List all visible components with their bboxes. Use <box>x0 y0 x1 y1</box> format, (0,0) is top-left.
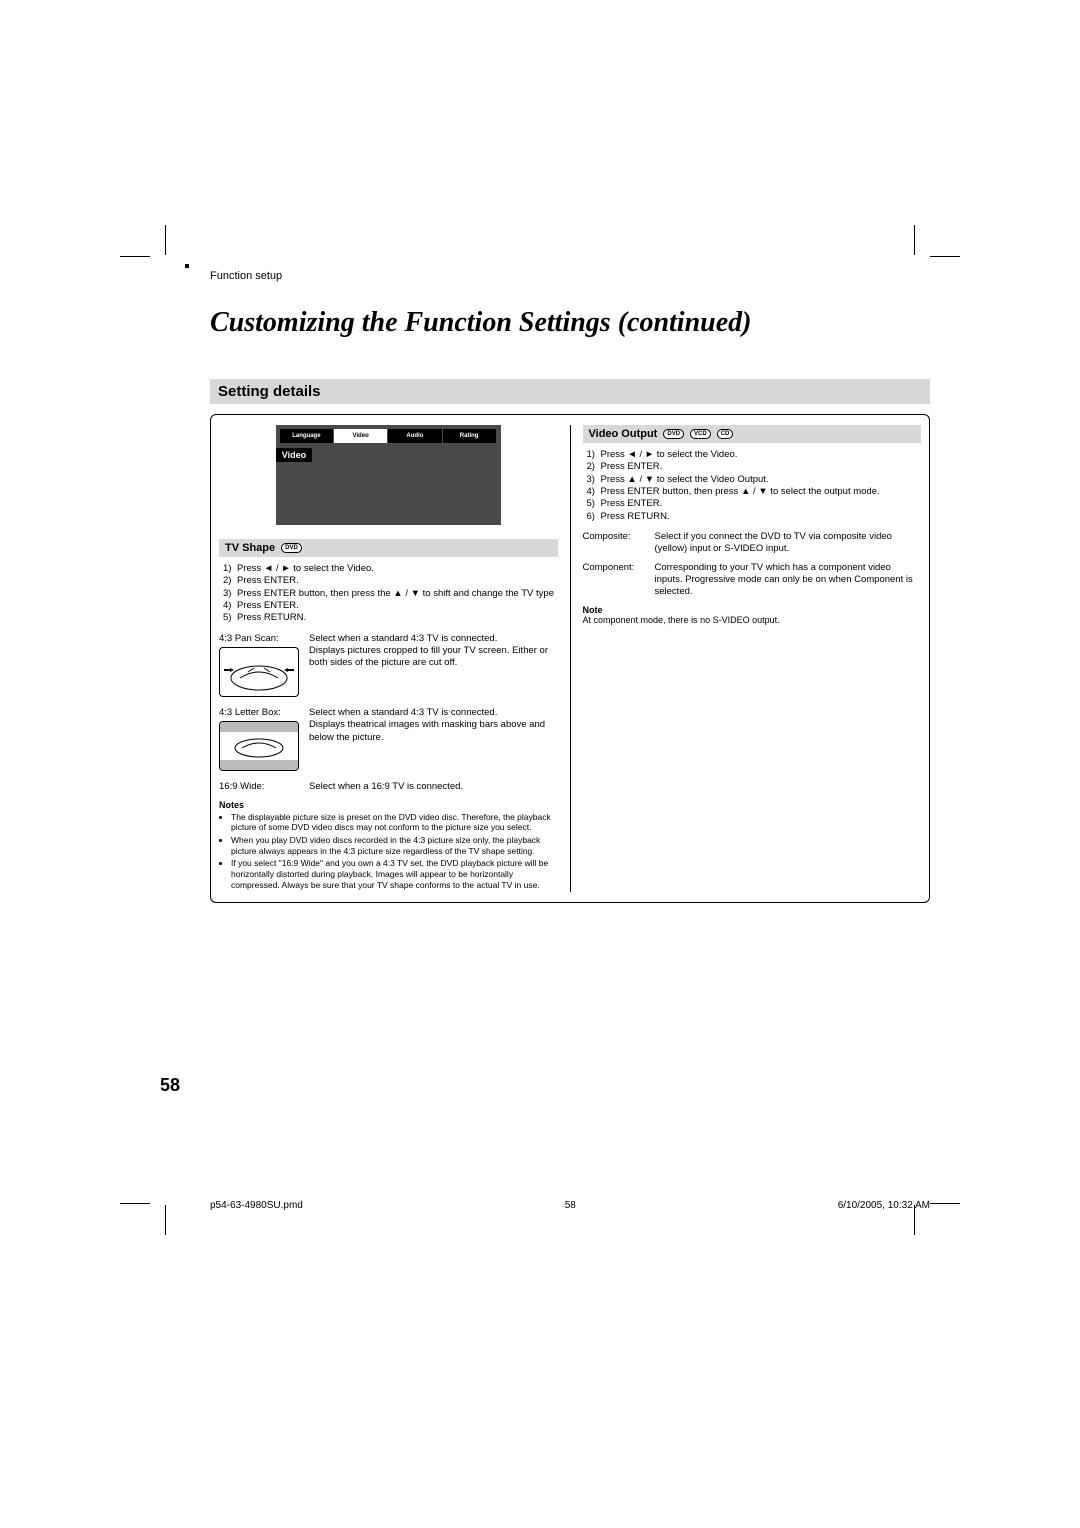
content-area: Function setup Customizing the Function … <box>210 270 930 903</box>
notes-list: The displayable picture size is preset o… <box>219 812 558 890</box>
note-item: When you play DVD video discs recorded i… <box>231 835 558 856</box>
settings-screen-preview: Language Video Audio Rating Video <box>276 425 501 525</box>
step: Press ▲ / ▼ to select the Video Output. <box>601 474 769 486</box>
vcd-badge: VCD <box>690 429 711 439</box>
step: Press RETURN. <box>237 612 306 624</box>
crop-mark-bottom-left <box>130 1160 190 1220</box>
footer-page: 58 <box>565 1200 576 1211</box>
option-label: 4:3 Pan Scan: <box>219 633 309 645</box>
step: Press ENTER. <box>601 461 663 473</box>
tv-shape-heading: TV Shape <box>225 542 275 554</box>
crop-mark-bottom-right <box>890 1160 950 1220</box>
letter-box-icon <box>219 721 299 771</box>
option-label: Composite: <box>583 531 655 556</box>
step: Press ENTER button, then press the ▲ / ▼… <box>237 588 554 600</box>
left-column: Language Video Audio Rating Video TV Sha… <box>219 425 568 892</box>
option-component: Component: Corresponding to your TV whic… <box>583 562 922 599</box>
step: Press ENTER. <box>237 575 299 587</box>
details-panel: Language Video Audio Rating Video TV Sha… <box>210 414 930 903</box>
video-side-label: Video <box>276 448 312 462</box>
option-composite: Composite: Select if you connect the DVD… <box>583 531 922 556</box>
page-number: 58 <box>160 1075 180 1096</box>
option-pan-scan: 4:3 Pan Scan: <box>219 633 558 701</box>
step: Press ◄ / ► to select the Video. <box>601 449 738 461</box>
step: Press ENTER. <box>237 600 299 612</box>
crop-mark-top-left <box>130 240 190 300</box>
option-label: 16:9 Wide: <box>219 781 309 793</box>
option-desc: Select when a standard 4:3 TV is connect… <box>309 633 558 701</box>
step: Press RETURN. <box>601 511 670 523</box>
option-desc: Select when a standard 4:3 TV is connect… <box>309 707 558 775</box>
video-output-header: Video Output DVD VCD CD <box>583 425 922 443</box>
footer-file: p54-63-4980SU.pmd <box>210 1200 303 1211</box>
dvd-badge: DVD <box>281 543 302 553</box>
right-column: Video Output DVD VCD CD 1)Press ◄ / ► to… <box>573 425 922 892</box>
aspect-options: 4:3 Pan Scan: <box>219 633 558 794</box>
video-output-heading: Video Output <box>589 428 658 440</box>
cd-badge: CD <box>717 429 734 439</box>
tab-language: Language <box>280 429 334 443</box>
option-desc: Select when a 16:9 TV is connected. <box>309 781 558 793</box>
option-wide: 16:9 Wide: Select when a 16:9 TV is conn… <box>219 781 558 793</box>
video-output-steps: 1)Press ◄ / ► to select the Video. 2)Pre… <box>583 449 922 523</box>
footer: p54-63-4980SU.pmd 58 6/10/2005, 10:32 AM <box>210 1200 930 1211</box>
notes-heading: Notes <box>219 800 558 810</box>
option-letter-box: 4:3 Letter Box: Select when a stand <box>219 707 558 775</box>
footer-date: 6/10/2005, 10:32 AM <box>838 1200 930 1211</box>
video-output-options: Composite: Select if you connect the DVD… <box>583 531 922 599</box>
note-item: If you select "16:9 Wide" and you own a … <box>231 858 558 890</box>
option-desc: Corresponding to your TV which has a com… <box>655 562 922 599</box>
step: Press ENTER button, then press ▲ / ▼ to … <box>601 486 880 498</box>
tv-shape-steps: 1)Press ◄ / ► to select the Video. 2)Pre… <box>219 563 558 625</box>
page-title: Customizing the Function Settings (conti… <box>210 307 930 339</box>
tab-rating: Rating <box>443 429 497 443</box>
note-item: The displayable picture size is preset o… <box>231 812 558 833</box>
tab-audio: Audio <box>388 429 442 443</box>
option-label: Component: <box>583 562 655 599</box>
setting-details-banner: Setting details <box>210 379 930 404</box>
tab-video: Video <box>334 429 388 443</box>
column-divider <box>570 425 571 892</box>
top-dot-icon <box>185 264 189 268</box>
page: Function setup Customizing the Function … <box>0 0 1080 1528</box>
note-text: At component mode, there is no S-VIDEO o… <box>583 615 780 625</box>
note-heading: Note At component mode, there is no S-VI… <box>583 605 922 625</box>
option-label: 4:3 Letter Box: <box>219 707 309 719</box>
dvd-badge: DVD <box>663 429 684 439</box>
step: Press ENTER. <box>601 498 663 510</box>
pan-scan-icon <box>219 647 299 697</box>
step: Press ◄ / ► to select the Video. <box>237 563 374 575</box>
section-label: Function setup <box>210 270 930 282</box>
settings-tabs: Language Video Audio Rating <box>280 429 497 443</box>
tv-shape-header: TV Shape DVD <box>219 539 558 557</box>
option-desc: Select if you connect the DVD to TV via … <box>655 531 922 556</box>
